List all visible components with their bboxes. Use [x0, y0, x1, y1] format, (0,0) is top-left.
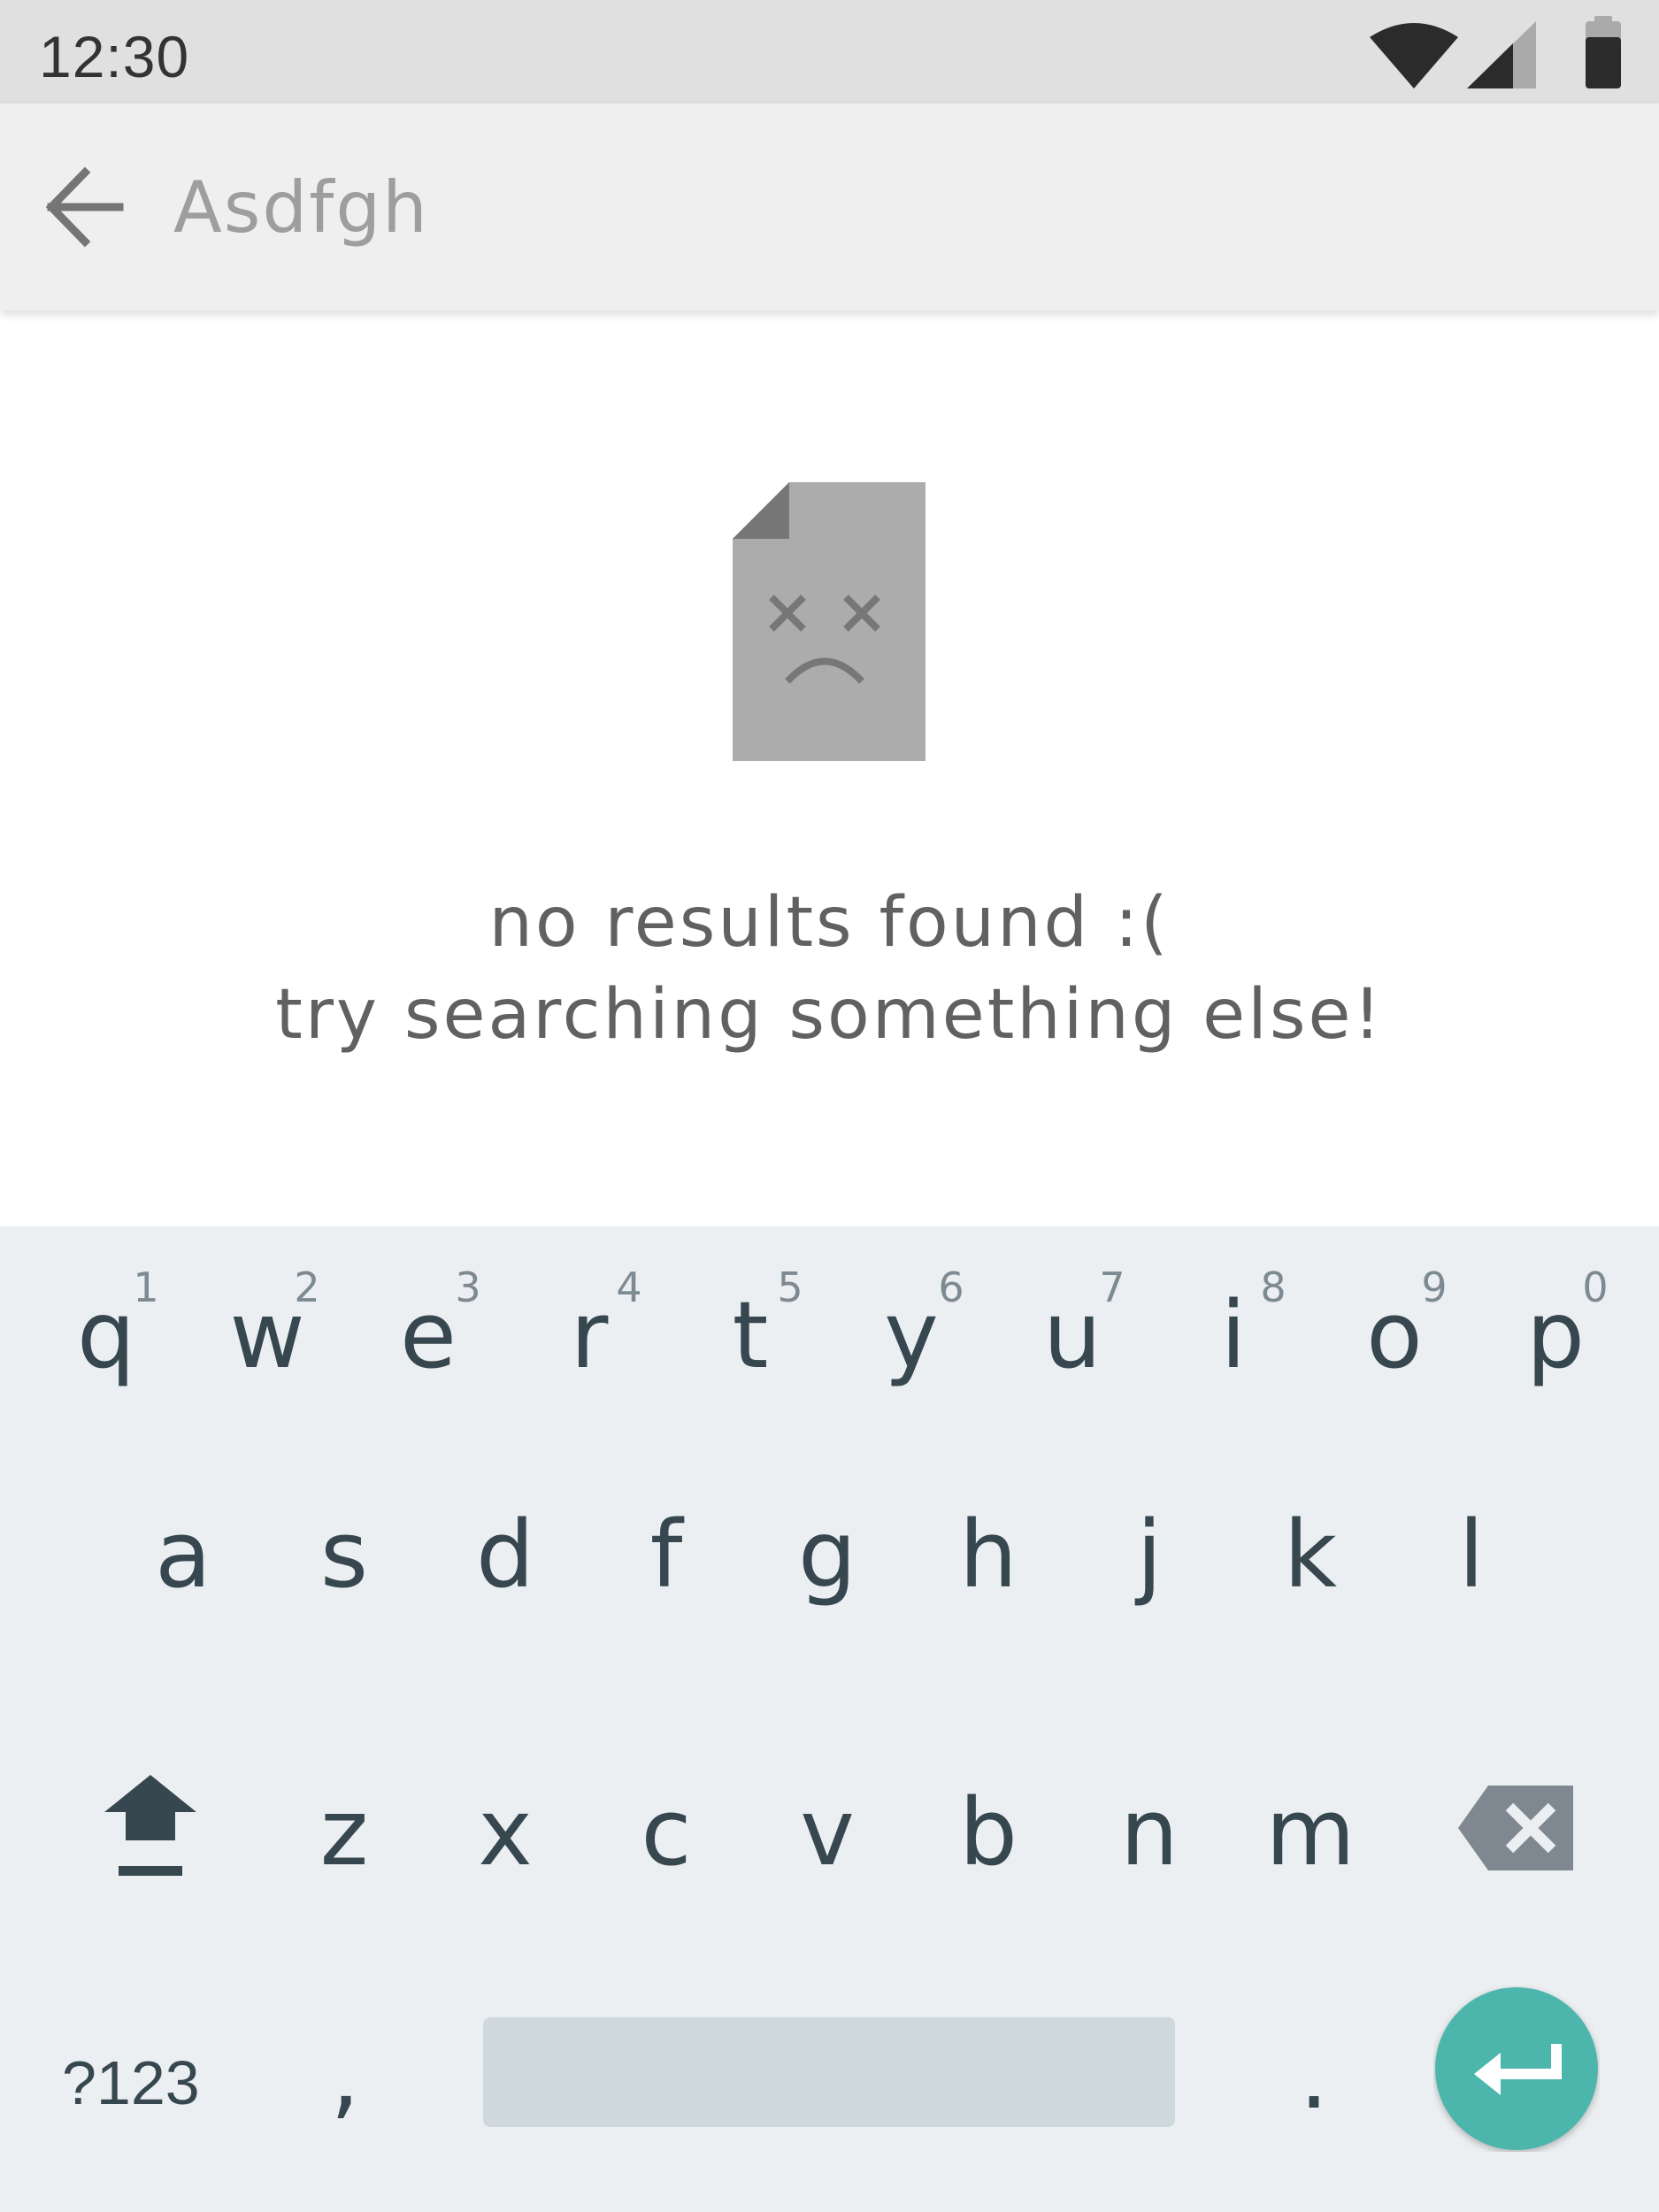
empty-message: no results found :( try searching someth… — [0, 877, 1659, 1061]
shift-key[interactable] — [97, 1775, 204, 1908]
key-f[interactable]: f — [586, 1492, 747, 1624]
key-label: h — [959, 1501, 1018, 1609]
key-d[interactable]: d — [425, 1492, 586, 1624]
shift-icon — [104, 1775, 196, 1876]
status-bar: 12:30 — [0, 0, 1659, 104]
key-label: m — [1265, 1778, 1356, 1886]
key-r[interactable]: 4 r — [509, 1262, 670, 1394]
key-label: q — [76, 1281, 135, 1389]
key-k[interactable]: k — [1230, 1492, 1391, 1624]
key-label: g — [797, 1501, 856, 1609]
key-label: x — [478, 1778, 533, 1886]
key-b[interactable]: b — [908, 1775, 1069, 1908]
soft-keyboard: 1 q 2 w 3 e 4 r 5 t 6 y 7 u 8 i 9 o 0 p … — [0, 1226, 1659, 2212]
key-label: r — [570, 1281, 609, 1389]
enter-icon — [1435, 1987, 1598, 2150]
key-label: j — [1136, 1501, 1163, 1609]
key-label: n — [1120, 1778, 1179, 1886]
key-j[interactable]: j — [1069, 1492, 1230, 1624]
key-c[interactable]: c — [586, 1775, 747, 1908]
key-q[interactable]: 1 q — [26, 1262, 187, 1394]
keyboard-row-2: a s d f g h j k l — [0, 1492, 1659, 1624]
key-label: c — [641, 1778, 692, 1886]
key-t[interactable]: 5 t — [670, 1262, 831, 1394]
enter-key[interactable] — [1433, 1985, 1600, 2152]
wifi-icon — [1370, 23, 1458, 88]
no-results-text: no results found :( — [488, 883, 1171, 963]
key-label: o — [1366, 1281, 1423, 1389]
search-input[interactable] — [173, 158, 1589, 256]
arrow-back-icon — [45, 166, 124, 248]
key-v[interactable]: v — [747, 1775, 908, 1908]
key-label: s — [319, 1501, 369, 1609]
keyboard-row-3: z x c v b n m — [0, 1775, 1659, 1908]
suggestion-text: try searching something else! — [275, 975, 1384, 1055]
keyboard-row-1: 1 q 2 w 3 e 4 r 5 t 6 y 7 u 8 i 9 o 0 p — [0, 1262, 1659, 1394]
key-u[interactable]: 7 u — [992, 1262, 1153, 1394]
key-m[interactable]: m — [1230, 1775, 1391, 1908]
key-label: d — [475, 1501, 534, 1609]
comma-key[interactable]: , — [301, 2023, 389, 2129]
period-key[interactable]: . — [1270, 2023, 1358, 2129]
key-label: z — [319, 1778, 369, 1886]
key-label: f — [649, 1501, 683, 1609]
key-label: k — [1283, 1501, 1338, 1609]
key-e[interactable]: 3 e — [348, 1262, 509, 1394]
key-o[interactable]: 9 o — [1314, 1262, 1475, 1394]
key-x[interactable]: x — [425, 1775, 586, 1908]
key-label: e — [400, 1281, 457, 1389]
empty-state: no results found :( try searching someth… — [0, 311, 1659, 1226]
key-g[interactable]: g — [747, 1492, 908, 1624]
key-i[interactable]: 8 i — [1153, 1262, 1314, 1394]
delete-key[interactable] — [1458, 1786, 1573, 1870]
key-a[interactable]: a — [103, 1492, 264, 1624]
key-label: v — [800, 1778, 855, 1886]
symbols-key[interactable]: ?123 — [62, 2039, 239, 2127]
back-button[interactable] — [25, 150, 149, 265]
sad-document-icon — [733, 482, 926, 761]
key-label: w — [229, 1281, 305, 1389]
key-s[interactable]: s — [264, 1492, 425, 1624]
key-w[interactable]: 2 w — [187, 1262, 348, 1394]
key-y[interactable]: 6 y — [831, 1262, 992, 1394]
battery-icon — [1586, 16, 1621, 88]
key-p[interactable]: 0 p — [1475, 1262, 1636, 1394]
key-label: y — [884, 1281, 939, 1389]
backspace-icon — [1458, 1786, 1573, 1870]
key-label: a — [155, 1501, 211, 1609]
key-label: p — [1525, 1281, 1585, 1389]
spacebar[interactable] — [483, 2017, 1175, 2127]
status-time: 12:30 — [39, 24, 190, 89]
key-label: i — [1220, 1281, 1247, 1389]
key-label: t — [732, 1281, 769, 1389]
key-l[interactable]: l — [1391, 1492, 1552, 1624]
search-toolbar — [0, 104, 1659, 311]
key-n[interactable]: n — [1069, 1775, 1230, 1908]
cellular-signal-icon — [1467, 21, 1536, 88]
screen: 12:30 Asdfgh no results found:(try sea… — [0, 0, 1659, 2212]
key-label: b — [958, 1778, 1018, 1886]
key-h[interactable]: h — [908, 1492, 1069, 1624]
key-label: l — [1458, 1501, 1485, 1609]
key-label: u — [1043, 1281, 1102, 1389]
key-z[interactable]: z — [264, 1775, 425, 1908]
